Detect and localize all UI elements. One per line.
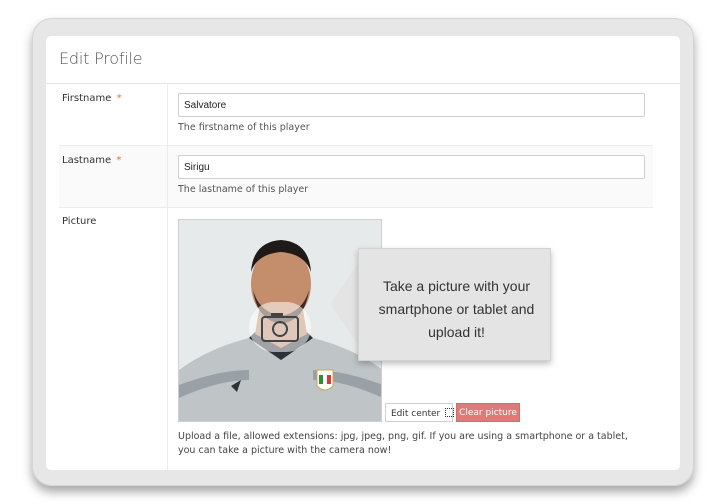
- required-marker: *: [116, 93, 122, 104]
- page-title: Edit Profile: [59, 49, 143, 68]
- clear-picture-button[interactable]: Clear picture: [456, 403, 520, 422]
- lastname-label: Lastname *: [62, 155, 121, 166]
- lastname-label-text: Lastname: [62, 155, 112, 166]
- lastname-field[interactable]: [178, 155, 645, 179]
- label-column: [59, 208, 168, 470]
- camera-overlay[interactable]: [249, 302, 311, 352]
- firstname-label-text: Firstname: [62, 93, 112, 104]
- edit-center-label: Edit center: [391, 409, 441, 419]
- camera-icon: [261, 313, 299, 342]
- picture-label: Picture: [62, 216, 97, 227]
- upload-help: Upload a file, allowed extensions: jpg, …: [178, 431, 628, 456]
- lastname-help: The lastname of this player: [178, 184, 309, 195]
- form-row-firstname: Firstname * The firstname of this player: [59, 84, 653, 145]
- form-row-lastname: Lastname * The lastname of this player: [59, 145, 653, 207]
- edit-center-button[interactable]: Edit center: [385, 403, 455, 422]
- firstname-help: The firstname of this player: [178, 122, 310, 133]
- firstname-label: Firstname *: [62, 93, 122, 104]
- required-marker: *: [116, 155, 122, 166]
- crosshair-icon: [445, 408, 455, 417]
- camera-tip-text: Take a picture with your smartphone or t…: [378, 278, 535, 340]
- firstname-field[interactable]: [178, 93, 645, 117]
